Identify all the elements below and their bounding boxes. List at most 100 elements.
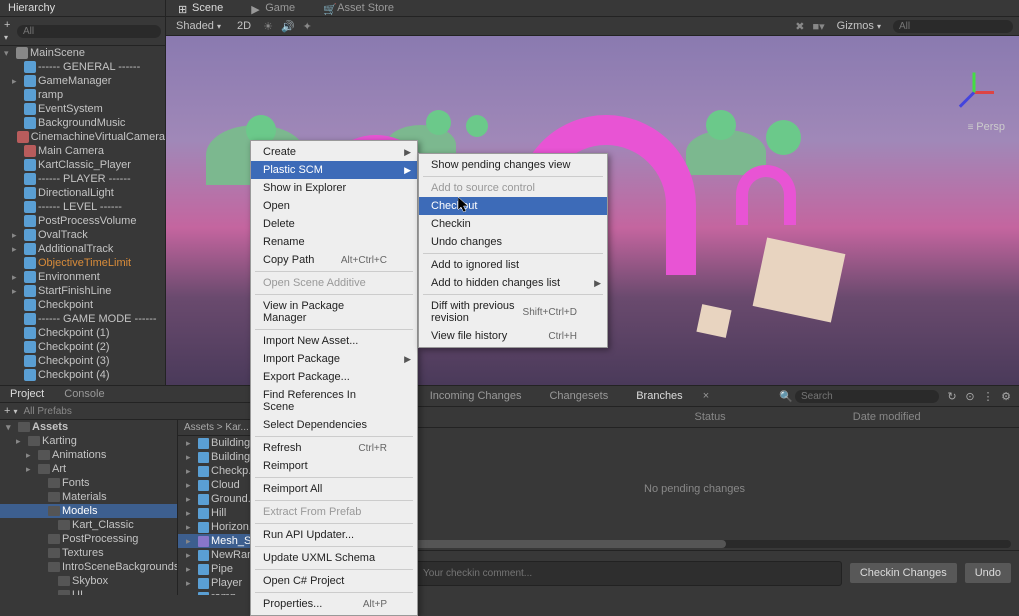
menu-item-view-in-package-manager[interactable]: View in Package Manager bbox=[251, 297, 417, 327]
menu-item-view-file-history[interactable]: View file historyCtrl+H bbox=[419, 327, 607, 345]
hierarchy-item[interactable]: ramp bbox=[0, 88, 165, 102]
plastic-submenu[interactable]: Show pending changes viewAdd to source c… bbox=[418, 153, 608, 348]
folder-item[interactable]: Fonts bbox=[0, 476, 177, 490]
scene-search[interactable] bbox=[893, 20, 1013, 33]
settings-icon[interactable]: ⚙ bbox=[999, 389, 1013, 403]
scene-tab-scene[interactable]: ⊞Scene bbox=[170, 0, 231, 16]
menu-item-select-dependencies[interactable]: Select Dependencies bbox=[251, 416, 417, 434]
menu-item-refresh[interactable]: RefreshCtrl+R bbox=[251, 439, 417, 457]
gizmos-dropdown[interactable]: Gizmos ▾ bbox=[833, 19, 885, 33]
menu-item-update-uxml-schema[interactable]: Update UXML Schema bbox=[251, 549, 417, 567]
hierarchy-item[interactable]: ▸ Environment bbox=[0, 270, 165, 284]
menu-item-delete[interactable]: Delete bbox=[251, 215, 417, 233]
folder-item[interactable]: Materials bbox=[0, 490, 177, 504]
menu-item-show-in-explorer[interactable]: Show in Explorer bbox=[251, 179, 417, 197]
scene-tab-asset-store[interactable]: 🛒Asset Store bbox=[315, 0, 402, 16]
horizontal-scrollbar[interactable] bbox=[378, 540, 1011, 548]
hierarchy-item[interactable]: ObjectiveTimeLimit bbox=[0, 256, 165, 270]
folder-item[interactable]: Kart_Classic bbox=[0, 518, 177, 532]
hierarchy-search[interactable] bbox=[17, 25, 161, 38]
hierarchy-item[interactable]: Checkpoint bbox=[0, 298, 165, 312]
menu-item-add-to-ignored-list[interactable]: Add to ignored list bbox=[419, 256, 607, 274]
menu-item-checkout[interactable]: Checkout bbox=[419, 197, 607, 215]
project-create-button[interactable]: + ▾ bbox=[4, 405, 18, 417]
plastic-tab-incoming-changes[interactable]: Incoming Changes bbox=[416, 388, 536, 404]
col-date[interactable]: Date modified bbox=[853, 409, 1011, 425]
tab-console[interactable]: Console bbox=[54, 386, 114, 402]
assets-root[interactable]: ▾ Assets bbox=[0, 420, 177, 434]
menu-item-add-to-hidden-changes-list[interactable]: Add to hidden changes list▶ bbox=[419, 274, 607, 292]
menu-item-reimport[interactable]: Reimport bbox=[251, 457, 417, 475]
plastic-tab-branches[interactable]: Branches bbox=[622, 388, 696, 404]
folder-item[interactable]: ▸ Karting bbox=[0, 434, 177, 448]
tool-icon[interactable]: ■▾ bbox=[812, 20, 824, 33]
hierarchy-item[interactable]: Checkpoint (3) bbox=[0, 354, 165, 368]
scene-root[interactable]: ▾ MainScene bbox=[0, 46, 165, 60]
audio-icon[interactable]: 🔊 bbox=[281, 20, 295, 33]
history-icon[interactable]: ⊙ bbox=[963, 389, 977, 403]
menu-item-properties-[interactable]: Properties...Alt+P bbox=[251, 595, 417, 613]
projection-label[interactable]: ≡ Persp bbox=[968, 121, 1005, 133]
hierarchy-item[interactable]: DirectionalLight bbox=[0, 186, 165, 200]
hierarchy-item[interactable]: Checkpoint (2) bbox=[0, 340, 165, 354]
menu-item-rename[interactable]: Rename bbox=[251, 233, 417, 251]
hierarchy-item[interactable]: PostProcessVolume bbox=[0, 214, 165, 228]
menu-item-show-pending-changes-view[interactable]: Show pending changes view bbox=[419, 156, 607, 174]
menu-item-reimport-all[interactable]: Reimport All bbox=[251, 480, 417, 498]
options-icon[interactable]: ⋮ bbox=[981, 389, 995, 403]
menu-item-plastic-scm[interactable]: Plastic SCM▶ bbox=[251, 161, 417, 179]
lighting-icon[interactable]: ☀ bbox=[263, 20, 273, 33]
project-folders[interactable]: ▾ Assets▸ Karting▸ Animations▸ Art Fonts… bbox=[0, 420, 178, 595]
folder-item[interactable]: UI bbox=[0, 588, 177, 595]
hierarchy-item[interactable]: KartClassic_Player bbox=[0, 158, 165, 172]
col-item[interactable] bbox=[378, 409, 695, 425]
hierarchy-item[interactable]: Checkpoint (4) bbox=[0, 368, 165, 382]
hierarchy-item[interactable]: ▸ AdditionalTrack bbox=[0, 242, 165, 256]
project-context-menu[interactable]: Create▶Plastic SCM▶Show in ExplorerOpenD… bbox=[250, 140, 418, 616]
hierarchy-item[interactable]: CinemachineVirtualCamera bbox=[0, 130, 165, 144]
folder-item[interactable]: Textures bbox=[0, 546, 177, 560]
orientation-gizmo[interactable] bbox=[949, 66, 999, 116]
close-tab-icon[interactable]: × bbox=[697, 390, 715, 402]
hierarchy-item[interactable]: EventSystem bbox=[0, 102, 165, 116]
menu-item-import-package[interactable]: Import Package▶ bbox=[251, 350, 417, 368]
refresh-icon[interactable]: ↻ bbox=[945, 389, 959, 403]
folder-item[interactable]: ▸ Animations bbox=[0, 448, 177, 462]
hierarchy-item[interactable]: ▸ OvalTrack bbox=[0, 228, 165, 242]
menu-item-open-c-project[interactable]: Open C# Project bbox=[251, 572, 417, 590]
hierarchy-tab[interactable]: Hierarchy bbox=[0, 0, 165, 17]
menu-item-copy-path[interactable]: Copy PathAlt+Ctrl+C bbox=[251, 251, 417, 269]
hierarchy-item[interactable]: ------ GAME MODE ------ bbox=[0, 312, 165, 326]
menu-item-open[interactable]: Open bbox=[251, 197, 417, 215]
menu-item-undo-changes[interactable]: Undo changes bbox=[419, 233, 607, 251]
checkin-button[interactable]: Checkin Changes bbox=[850, 563, 957, 583]
hierarchy-item[interactable]: Main Camera bbox=[0, 144, 165, 158]
folder-item[interactable]: PostProcessing bbox=[0, 532, 177, 546]
plastic-tab-changesets[interactable]: Changesets bbox=[535, 388, 622, 404]
menu-item-run-api-updater-[interactable]: Run API Updater... bbox=[251, 526, 417, 544]
hierarchy-item[interactable]: ▸ GameManager bbox=[0, 74, 165, 88]
folder-item[interactable]: ▸ Art bbox=[0, 462, 177, 476]
menu-item-import-new-asset-[interactable]: Import New Asset... bbox=[251, 332, 417, 350]
folder-item[interactable]: Models bbox=[0, 504, 177, 518]
create-button[interactable]: + ▾ bbox=[4, 19, 13, 43]
undo-button[interactable]: Undo bbox=[965, 563, 1011, 583]
folder-item[interactable]: Skybox bbox=[0, 574, 177, 588]
col-status[interactable]: Status bbox=[695, 409, 853, 425]
2d-toggle[interactable]: 2D bbox=[233, 19, 255, 33]
hierarchy-tree[interactable]: ▾ MainScene ------ GENERAL ------▸ GameM… bbox=[0, 46, 165, 385]
camera-icon[interactable]: ✖ bbox=[795, 20, 804, 33]
menu-item-diff-with-previous-revision[interactable]: Diff with previous revisionShift+Ctrl+D bbox=[419, 297, 607, 327]
plastic-search[interactable] bbox=[795, 390, 939, 403]
hierarchy-item[interactable]: Checkpoint (1) bbox=[0, 326, 165, 340]
hierarchy-item[interactable]: ------ GENERAL ------ bbox=[0, 60, 165, 74]
checkin-comment-input[interactable] bbox=[414, 561, 842, 586]
scene-tab-game[interactable]: ▶Game bbox=[243, 0, 303, 16]
tab-project[interactable]: Project bbox=[0, 386, 54, 402]
menu-item-export-package-[interactable]: Export Package... bbox=[251, 368, 417, 386]
menu-item-find-references-in-scene[interactable]: Find References In Scene bbox=[251, 386, 417, 416]
folder-item[interactable]: IntroSceneBackgrounds bbox=[0, 560, 177, 574]
fx-icon[interactable]: ✦ bbox=[303, 20, 312, 33]
hierarchy-item[interactable]: ------ PLAYER ------ bbox=[0, 172, 165, 186]
hierarchy-item[interactable]: ▸ StartFinishLine bbox=[0, 284, 165, 298]
